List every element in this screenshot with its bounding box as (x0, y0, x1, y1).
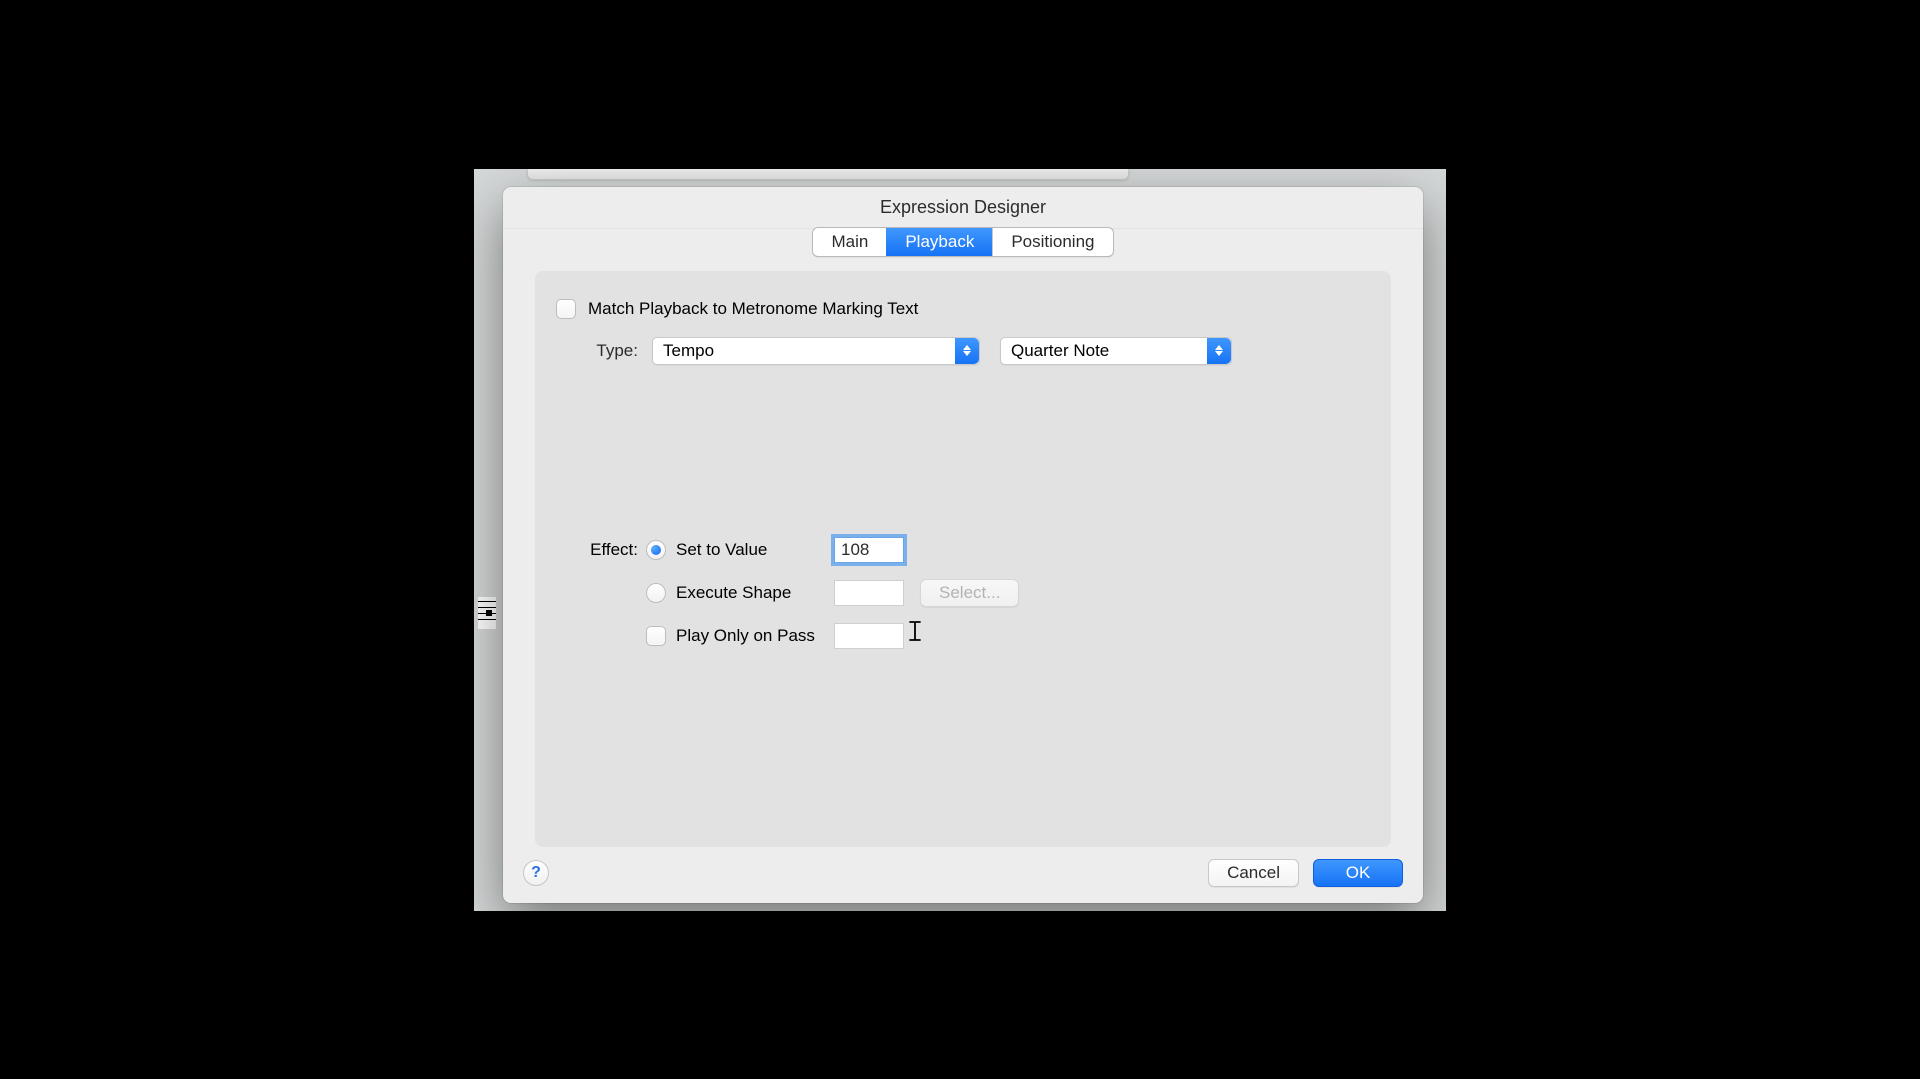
effect-label: Effect: (553, 540, 638, 560)
background-window-fragment (527, 169, 1129, 180)
set-to-value-label: Set to Value (676, 540, 826, 560)
type-select[interactable]: Tempo (652, 337, 980, 365)
radio-execute-shape[interactable] (646, 583, 666, 603)
set-to-value-input[interactable] (834, 537, 904, 563)
type-row: Type: Tempo Quarter Note (553, 337, 1373, 365)
background-staff-fragment (478, 597, 496, 629)
tab-segmented-control: Main Playback Positioning (812, 227, 1113, 257)
help-icon: ? (531, 864, 541, 882)
cancel-button[interactable]: Cancel (1208, 859, 1299, 887)
match-metronome-checkbox[interactable] (556, 299, 576, 319)
play-only-on-pass-checkbox[interactable] (646, 626, 666, 646)
play-only-on-pass-label: Play Only on Pass (676, 626, 826, 646)
match-metronome-row: Match Playback to Metronome Marking Text (556, 299, 1373, 319)
help-button[interactable]: ? (523, 860, 549, 886)
expression-designer-dialog: Expression Designer Main Playback Positi… (503, 187, 1423, 903)
ok-button[interactable]: OK (1313, 859, 1403, 887)
tab-playback[interactable]: Playback (886, 228, 992, 256)
execute-shape-label: Execute Shape (676, 583, 826, 603)
play-only-on-pass-input (834, 623, 904, 649)
effect-section: Effect: Set to Value Execute Shape Selec… (553, 537, 1373, 649)
updown-icon (955, 338, 979, 364)
type-label: Type: (553, 341, 638, 361)
execute-shape-input (834, 580, 904, 606)
playback-panel: Match Playback to Metronome Marking Text… (535, 271, 1391, 847)
match-metronome-label: Match Playback to Metronome Marking Text (588, 299, 918, 319)
tab-main[interactable]: Main (813, 228, 886, 256)
tab-positioning[interactable]: Positioning (992, 228, 1112, 256)
note-select[interactable]: Quarter Note (1000, 337, 1232, 365)
dialog-footer: ? Cancel OK (503, 847, 1423, 903)
dialog-title: Expression Designer (503, 187, 1423, 229)
app-background: Expression Designer Main Playback Positi… (474, 169, 1446, 911)
radio-set-to-value[interactable] (646, 540, 666, 560)
note-select-value: Quarter Note (1011, 341, 1109, 361)
type-select-value: Tempo (663, 341, 714, 361)
updown-icon (1207, 338, 1231, 364)
tab-bar: Main Playback Positioning (503, 227, 1423, 257)
select-shape-button[interactable]: Select... (920, 579, 1019, 607)
